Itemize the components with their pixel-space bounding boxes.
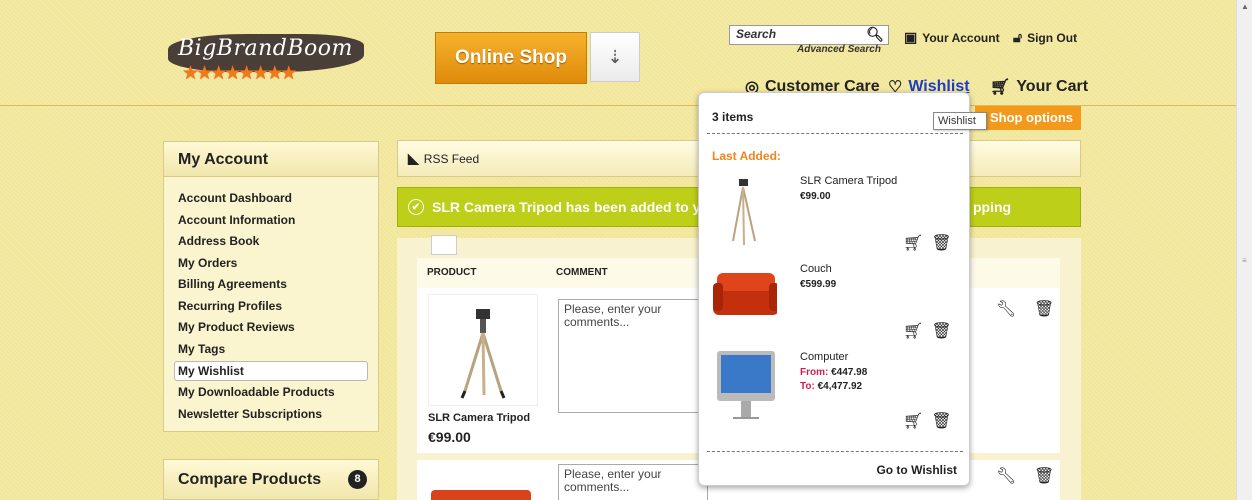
- trash-icon[interactable]: 🗑︎: [1034, 466, 1054, 486]
- configure-wrench-icon[interactable]: 🔧︎: [996, 466, 1016, 486]
- tripod-thumbnail[interactable]: [711, 177, 777, 247]
- scroll-up-icon[interactable]: ▲: [1241, 2, 1249, 11]
- configure-wrench-icon[interactable]: 🔧︎: [996, 299, 1016, 319]
- column-comment: COMMENT: [556, 267, 608, 278]
- wishlist-item-count: 3 items: [712, 110, 754, 124]
- shop-menu-toggle[interactable]: ⇣: [590, 32, 640, 82]
- unlock-icon: 🔓︎: [1013, 29, 1023, 45]
- computer-thumbnail[interactable]: [711, 349, 777, 419]
- popup-item-actions: 🛒︎🗑︎: [903, 411, 960, 431]
- trash-icon[interactable]: 🗑︎: [1034, 299, 1054, 319]
- shop-options-button[interactable]: Shop options: [975, 106, 1081, 130]
- column-product: PRODUCT: [427, 267, 477, 278]
- sidebar-item-recurring-profiles[interactable]: Recurring Profiles: [176, 296, 368, 318]
- divider: [707, 451, 963, 452]
- rss-icon: ◣: [408, 150, 419, 166]
- product-name[interactable]: SLR Camera Tripod: [428, 412, 530, 424]
- couch-image[interactable]: [431, 490, 531, 500]
- logo-text: BigBrandBoom: [178, 36, 353, 61]
- popup-price-to: To: €4,477.92: [800, 381, 862, 392]
- add-to-cart-icon[interactable]: 🛒︎: [903, 413, 931, 430]
- comment-textarea[interactable]: Please, enter your comments...: [558, 464, 708, 500]
- sidebar-item-account-dashboard[interactable]: Account Dashboard: [176, 188, 368, 210]
- success-text: SLR Camera Tripod has been added to y: [432, 199, 701, 215]
- sign-out-link[interactable]: 🔓︎ Sign Out: [1013, 29, 1077, 46]
- success-text-tail: pping: [973, 199, 1012, 215]
- sign-out-label: Sign Out: [1027, 30, 1078, 45]
- wishlist-dropdown: 3 items Last Added: SLR Camera Tripod €9…: [698, 92, 970, 486]
- your-cart-label: Your Cart: [1016, 78, 1089, 95]
- your-cart-link[interactable]: 🛒︎ Your Cart: [990, 77, 1088, 97]
- popup-item-actions: 🛒︎🗑︎: [903, 321, 960, 341]
- compare-products-box[interactable]: Compare Products 8: [163, 459, 379, 500]
- from-label: From:: [800, 367, 829, 378]
- wishlist-popup-item: SLR Camera Tripod €99.00 🛒︎🗑︎: [699, 173, 969, 255]
- site-header: BigBrandBoom ★★★★★★★★ Online Shop ⇣ Sear…: [0, 0, 1236, 106]
- sidebar-item-my-wishlist[interactable]: My Wishlist: [174, 361, 368, 381]
- product-image[interactable]: [428, 294, 538, 406]
- search-icon[interactable]: 🔍︎: [866, 26, 884, 43]
- quantity-input[interactable]: [431, 235, 457, 255]
- popup-item-price: €599.99: [800, 279, 837, 290]
- sidebar-item-newsletter-subscriptions[interactable]: Newsletter Subscriptions: [176, 404, 368, 426]
- logo-stars: ★★★★★★★★: [182, 63, 297, 84]
- scroll-grip-icon[interactable]: ≡: [1242, 256, 1247, 265]
- wishlist-tooltip: Wishlist: [933, 112, 987, 130]
- sidebar-item-my-downloadable-products[interactable]: My Downloadable Products: [176, 382, 368, 404]
- from-price: €447.98: [831, 367, 868, 378]
- comment-textarea[interactable]: Please, enter your comments...: [558, 299, 708, 413]
- your-account-label: Your Account: [922, 30, 1000, 45]
- account-icon: ▣: [904, 29, 918, 45]
- sidebar-item-my-tags[interactable]: My Tags: [176, 339, 368, 361]
- compare-products-title: Compare Products: [178, 471, 322, 488]
- cart-icon: 🛒︎: [990, 79, 1011, 96]
- wishlist-popup-item: Computer From: €447.98 To: €4,477.92 🛒︎🗑…: [699, 349, 969, 431]
- vertical-scrollbar[interactable]: ▲ ≡: [1236, 0, 1252, 500]
- popup-item-price: €99.00: [800, 191, 831, 202]
- couch-thumbnail[interactable]: [711, 265, 777, 335]
- wishlist-popup-item: Couch €599.99 🛒︎🗑︎: [699, 261, 969, 343]
- sidebar-title: My Account: [163, 141, 379, 177]
- popup-item-actions: 🛒︎🗑︎: [903, 233, 960, 253]
- search-placeholder: Search: [736, 27, 777, 41]
- sidebar-item-address-book[interactable]: Address Book: [176, 231, 368, 253]
- your-account-link[interactable]: ▣ Your Account: [904, 29, 1000, 46]
- compare-count-badge: 8: [348, 470, 367, 489]
- product-price: €99.00: [428, 429, 471, 445]
- popup-item-name[interactable]: Couch: [800, 263, 832, 275]
- trash-icon[interactable]: 🗑︎: [931, 413, 959, 430]
- online-shop-button[interactable]: Online Shop: [435, 32, 587, 84]
- sidebar-item-my-product-reviews[interactable]: My Product Reviews: [176, 317, 368, 339]
- arrow-down-icon: ⇣: [607, 46, 623, 67]
- last-added-heading: Last Added:: [712, 149, 781, 163]
- to-label: To:: [800, 381, 815, 392]
- popup-item-name[interactable]: Computer: [800, 351, 848, 363]
- advanced-search-link[interactable]: Advanced Search: [797, 44, 881, 55]
- add-to-cart-icon[interactable]: 🛒︎: [903, 235, 931, 252]
- popup-item-name[interactable]: SLR Camera Tripod: [800, 175, 897, 187]
- divider: [707, 133, 963, 134]
- to-price: €4,477.92: [817, 381, 863, 392]
- account-nav: Account Dashboard Account Information Ad…: [163, 177, 379, 432]
- go-to-wishlist-link[interactable]: Go to Wishlist: [876, 463, 957, 477]
- sidebar-item-billing-agreements[interactable]: Billing Agreements: [176, 274, 368, 296]
- check-icon: ✔: [408, 199, 424, 215]
- rss-feed-label: RSS Feed: [423, 151, 480, 166]
- popup-price-from: From: €447.98: [800, 367, 867, 378]
- tripod-image: [460, 309, 506, 399]
- trash-icon[interactable]: 🗑︎: [931, 235, 959, 252]
- search-input[interactable]: Search 🔍︎: [729, 25, 889, 45]
- brand-logo[interactable]: BigBrandBoom ★★★★★★★★: [168, 30, 368, 84]
- add-to-cart-icon[interactable]: 🛒︎: [903, 323, 931, 340]
- account-sidebar: My Account Account Dashboard Account Inf…: [163, 141, 379, 432]
- sidebar-item-account-information[interactable]: Account Information: [176, 210, 368, 232]
- trash-icon[interactable]: 🗑︎: [931, 323, 959, 340]
- sidebar-item-my-orders[interactable]: My Orders: [176, 253, 368, 275]
